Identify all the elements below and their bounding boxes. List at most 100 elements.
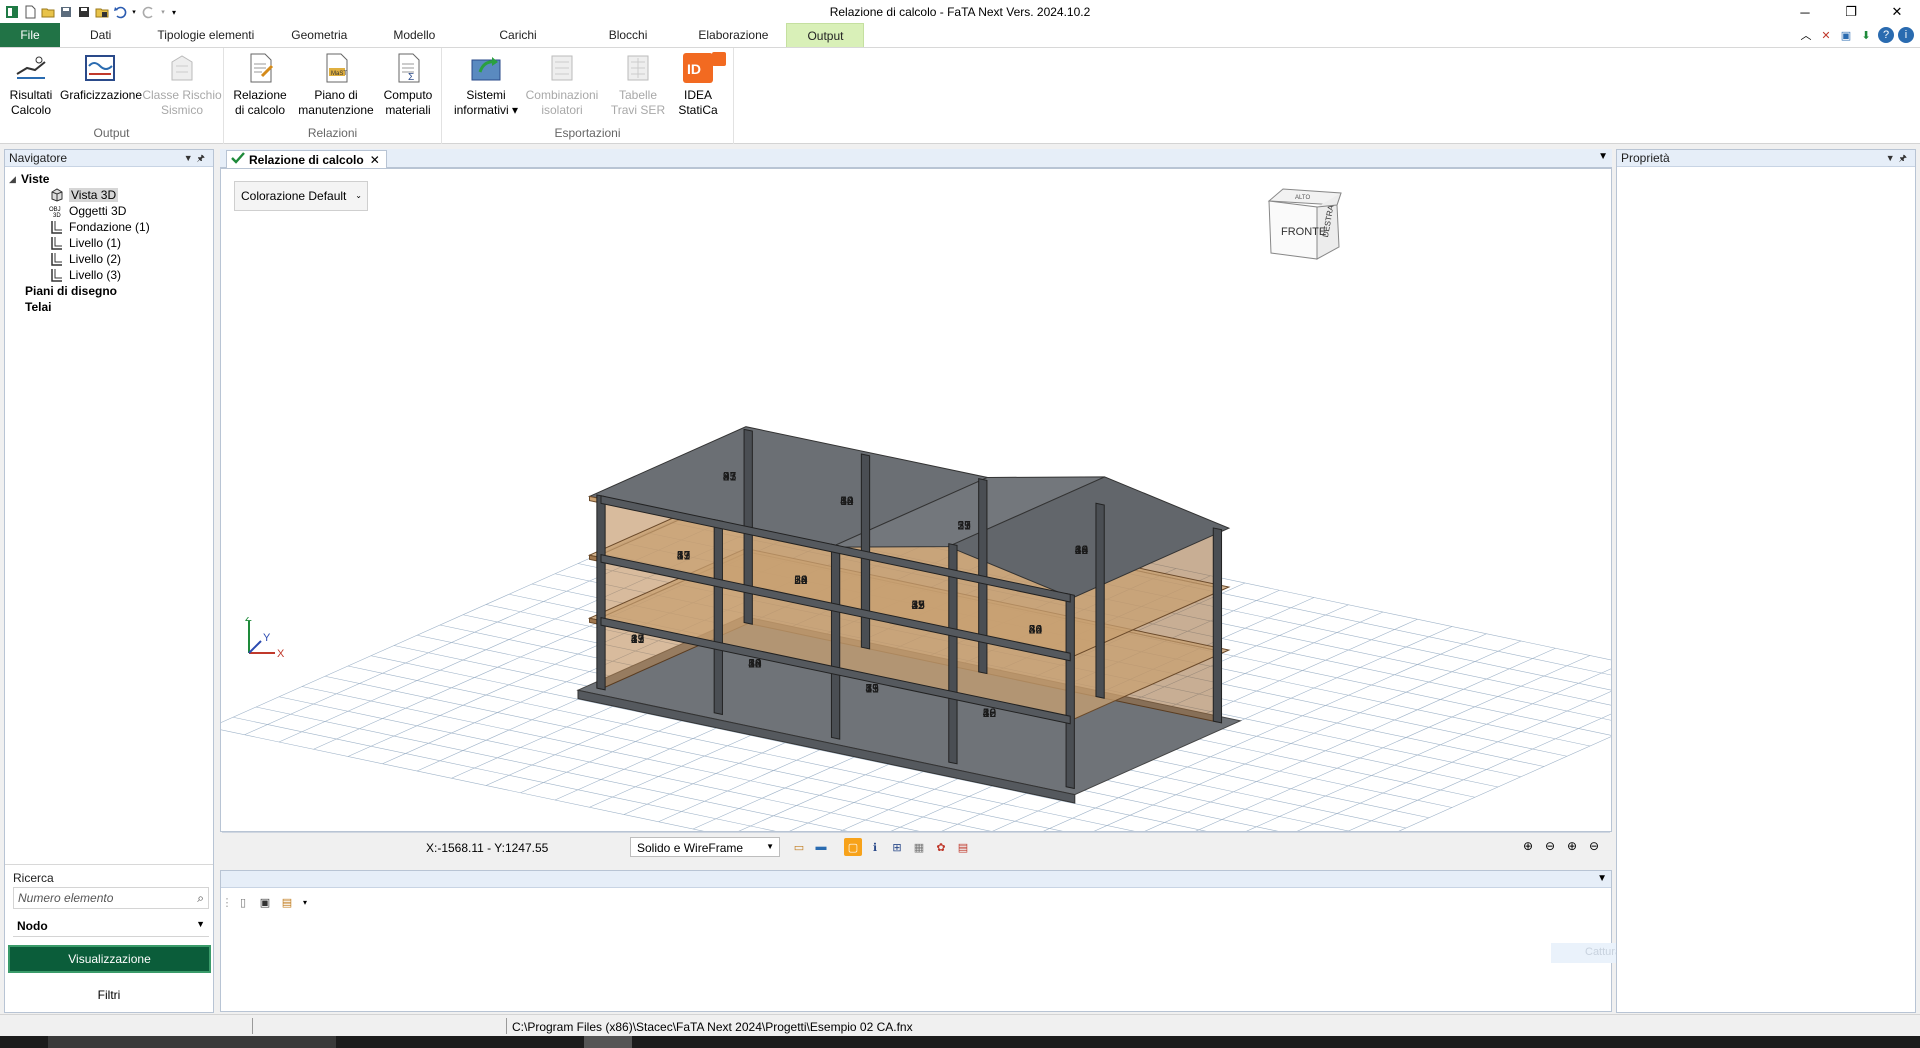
save-as-icon[interactable] [76, 5, 91, 20]
zoom-extents-icon[interactable]: ⊕ [1520, 838, 1536, 854]
tab-geometria[interactable]: Geometria [270, 23, 368, 47]
drag-handle-icon[interactable]: ⋮ [222, 894, 233, 910]
customize-toolbar-icon[interactable]: ▾ [170, 5, 178, 20]
export-document-icon[interactable]: ▤ [279, 894, 295, 910]
tab-carichi[interactable]: Carichi [460, 23, 575, 47]
new-document-icon[interactable]: ▯ [235, 894, 251, 910]
risultati-calcolo-button[interactable]: Risultati Calcolo [0, 52, 62, 118]
piano-di-manutenzione-button[interactable]: MaST Piano di manutenzione [296, 52, 376, 118]
combinazioni-isolatori-button[interactable]: Combinazioni isolatori [520, 52, 604, 118]
sistemi-informativi-button[interactable]: Sistemi informativi ▾ [450, 52, 522, 118]
tools-icon[interactable]: ✕ [1818, 27, 1834, 43]
new-file-icon[interactable] [22, 5, 37, 20]
tree-item-livello-3[interactable]: Livello (3) [9, 267, 209, 283]
tab-dati[interactable]: Dati [60, 23, 141, 47]
save-icon[interactable] [58, 5, 73, 20]
zoom-window-icon[interactable]: ⊖ [1542, 838, 1558, 854]
toolbar-overflow-icon[interactable]: ▾ [301, 894, 309, 910]
minimize-icon[interactable]: ─ [1782, 0, 1828, 24]
tab-blocchi[interactable]: Blocchi [576, 23, 681, 47]
tree-item-fondazione[interactable]: Fondazione (1) [9, 219, 209, 235]
navigator-tree: ◢ Viste Vista 3D OBJ 3D Oggetti 3D Fondaz… [5, 167, 213, 319]
3d-model-canvas[interactable]: 1234567891011121314151617181920212223242… [221, 169, 1611, 831]
info-icon[interactable]: i [1898, 27, 1914, 43]
classe-rischio-sismico-button[interactable]: Classe Rischio Sismico [142, 52, 222, 118]
collapse-icon[interactable]: ◢ [9, 174, 21, 185]
grid-toggle-icon[interactable]: ▦ [910, 838, 928, 856]
highlight-toggle-icon[interactable]: ▢ [844, 838, 862, 856]
axes-triad: Z Y X [245, 617, 285, 660]
window-layout-icon[interactable]: ▣ [1838, 27, 1854, 43]
element-info-icon[interactable]: ℹ [866, 838, 884, 856]
restore-icon[interactable]: ❐ [1828, 0, 1874, 24]
filtri-button[interactable]: Filtri [5, 983, 213, 1007]
close-icon[interactable]: ✕ [1874, 0, 1920, 24]
tree-item-livello-2[interactable]: Livello (2) [9, 251, 209, 267]
coloration-value: Colorazione Default [241, 189, 347, 203]
undo-dropdown-icon[interactable]: ▾ [130, 5, 138, 20]
tab-relazione-di-calcolo[interactable]: Relazione di calcolo ✕ [226, 150, 387, 168]
tree-node-telai[interactable]: Telai [9, 299, 209, 315]
visualizzazione-button[interactable]: Visualizzazione [8, 945, 211, 973]
view-cube[interactable]: FRONTE DESTRA ALTO [1265, 185, 1345, 261]
status-separator [506, 1018, 507, 1034]
group-title-relazioni: Relazioni [307, 126, 358, 140]
beams-table-icon [622, 52, 654, 84]
element-number-label: 56 [1029, 623, 1043, 637]
viewport-3d[interactable]: 1 2 3 4 5 6 7 8 9 10 11 12 13 14 15 16 17 18 19 20 21 22 23 24 2… [220, 168, 1612, 832]
tab-modello[interactable]: Modello [368, 23, 460, 47]
tab-list-menu-icon[interactable]: ▼ [1598, 151, 1608, 162]
tree-item-livello-1[interactable]: Livello (1) [9, 235, 209, 251]
properties-toggle-icon[interactable]: ⊞ [888, 838, 906, 856]
panel-menu-icon[interactable]: ▼ [1886, 153, 1899, 163]
tree-node-piani-di-disegno[interactable]: Piani di disegno [9, 283, 209, 299]
undo-icon[interactable] [112, 5, 127, 20]
collapse-ribbon-icon[interactable]: ︿ [1798, 27, 1814, 43]
tabelle-travi-ser-button[interactable]: Tabelle Travi SER [606, 52, 670, 118]
coloration-select[interactable]: Colorazione Default ⌄ [234, 181, 368, 211]
zoom-out-icon[interactable]: ⊖ [1586, 838, 1602, 854]
panel-menu-icon[interactable]: ▼ [184, 153, 197, 163]
relazione-di-calcolo-button[interactable]: Relazione di calcolo [228, 52, 292, 118]
tree-node-viste[interactable]: ◢ Viste [9, 171, 209, 187]
close-tab-icon[interactable]: ✕ [370, 153, 380, 167]
tree-item-oggetti-3d[interactable]: OBJ 3D Oggetti 3D [9, 203, 209, 219]
zoom-in-icon[interactable]: ⊕ [1564, 838, 1580, 854]
chevron-down-icon: ⌄ [355, 191, 362, 200]
tab-output[interactable]: Output [786, 23, 865, 47]
element-number-input[interactable]: Numero elemento ⌕ [13, 887, 209, 909]
element-type-select[interactable]: Nodo ▼ [13, 915, 209, 937]
section-view-icon[interactable]: ▬ [812, 838, 830, 856]
redo-dropdown-icon[interactable]: ▾ [159, 5, 167, 20]
computo-materiali-button[interactable]: Σ Computo materiali [376, 52, 440, 118]
pdf-export-icon[interactable]: ▤ [954, 838, 972, 856]
idea-statica-label: IDEA StatiCa [678, 88, 718, 117]
render-mode-select[interactable]: Solido e WireFrame ▼ [630, 837, 780, 857]
taskbar-item[interactable] [48, 1036, 336, 1048]
redo-icon[interactable] [141, 5, 156, 20]
graficizzazione-button[interactable]: Graficizzazione [60, 52, 142, 103]
element-number-label: 52 [983, 706, 997, 720]
tab-tipologie-elementi[interactable]: Tipologie elementi [141, 23, 270, 47]
pin-icon[interactable]: 🖈 [197, 153, 209, 163]
taskbar-item[interactable] [584, 1036, 632, 1048]
search-icon[interactable]: ⌕ [197, 891, 204, 906]
tab-file[interactable]: File [0, 23, 60, 47]
tab-elaborazione[interactable]: Elaborazione [680, 23, 786, 47]
ruler-icon[interactable]: ▭ [790, 838, 808, 856]
panel-menu-icon[interactable]: ▼ [1597, 873, 1607, 884]
materials-toggle-icon[interactable]: ✿ [932, 838, 950, 856]
pin-icon[interactable]: 🖈 [1899, 153, 1911, 163]
view-cube-front[interactable]: FRONTE [1281, 226, 1326, 238]
download-icon[interactable]: ⬇ [1858, 27, 1874, 43]
computo-materiali-label: Computo materiali [383, 88, 433, 117]
navigator-title: Navigatore [9, 151, 68, 165]
plan-level-icon [49, 268, 65, 282]
save-icon[interactable]: ▣ [257, 894, 273, 910]
save-folder-icon[interactable] [94, 5, 109, 20]
idea-settings-icon[interactable] [712, 52, 726, 66]
tree-item-vista-3d[interactable]: Vista 3D [9, 187, 209, 203]
help-icon[interactable]: ? [1878, 27, 1894, 43]
open-folder-icon[interactable] [40, 5, 55, 20]
view-cube-top[interactable]: ALTO [1295, 195, 1310, 201]
